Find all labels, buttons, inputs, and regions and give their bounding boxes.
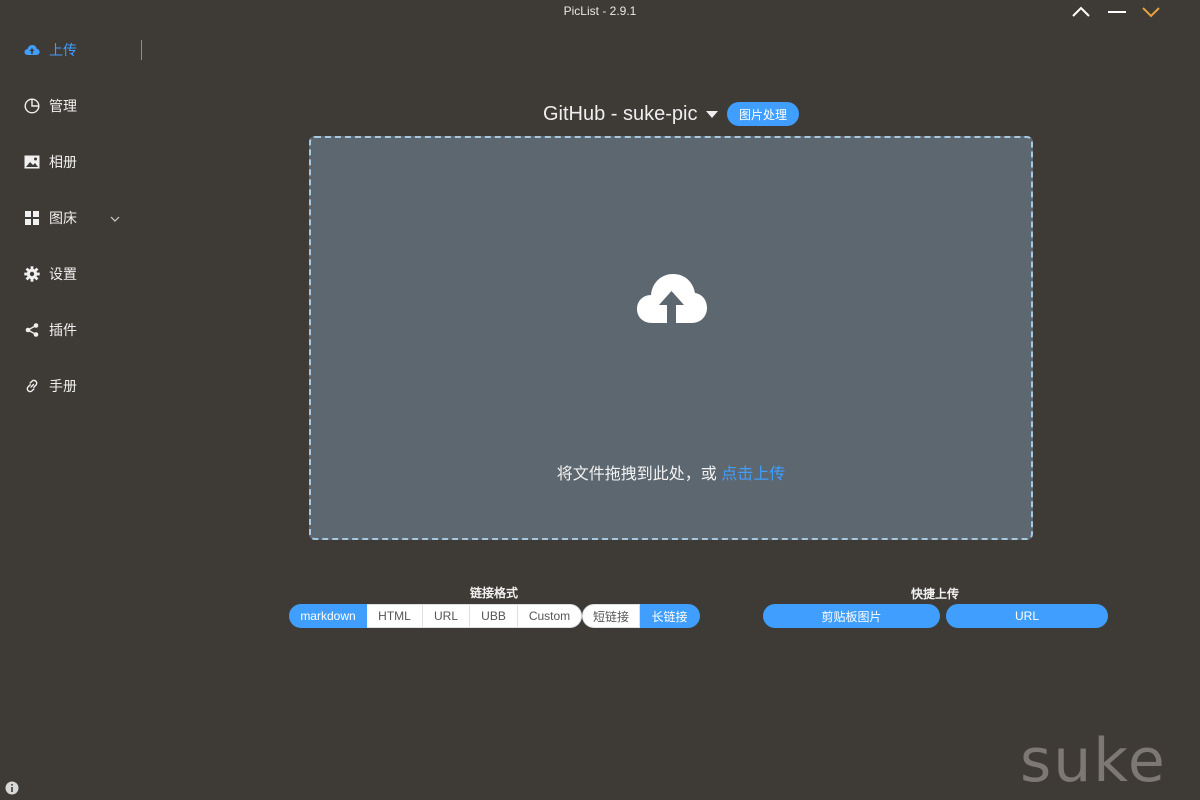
url-upload-button[interactable]: URL (946, 604, 1108, 628)
sidebar-item-plugins[interactable]: 插件 (24, 319, 134, 341)
upload-cloud-icon (636, 271, 708, 332)
sidebar-item-upload[interactable]: 上传 (24, 39, 134, 61)
format-option-custom[interactable]: Custom (518, 604, 582, 628)
chevron-up-icon[interactable] (1070, 2, 1092, 22)
click-upload-link[interactable]: 点击上传 (721, 466, 785, 483)
sidebar-item-settings[interactable]: 设置 (24, 263, 134, 285)
image-icon (24, 154, 40, 170)
pie-chart-icon (24, 98, 40, 114)
quick-upload-label: 快捷上传 (911, 587, 960, 601)
clipboard-image-button[interactable]: 剪贴板图片 (763, 604, 940, 628)
link-type-short[interactable]: 短链接 (582, 604, 640, 628)
sidebar-active-indicator (141, 40, 142, 60)
title-bar: PicList - 2.9.1 (0, 0, 1200, 24)
sidebar-item-label: 手册 (49, 378, 77, 394)
chevron-down-icon (110, 211, 120, 229)
sidebar: 上传 管理 相册 图床 设置 插件 手册 (0, 28, 142, 448)
upload-cloud-icon (24, 42, 40, 58)
link-icon (24, 378, 40, 394)
sidebar-item-label: 上传 (49, 42, 77, 58)
upload-dropzone[interactable]: 将文件拖拽到此处，或 点击上传 (309, 136, 1033, 540)
link-format-label: 链接格式 (470, 586, 519, 600)
gear-icon (24, 266, 40, 282)
grid-icon (24, 210, 40, 226)
minimize-icon[interactable] (1106, 2, 1128, 22)
app-window: PicList - 2.9.1 上传 管理 相册 图床 设置 插件 手册 Git… (0, 0, 1200, 800)
sidebar-item-label: 设置 (49, 266, 77, 282)
format-option-markdown[interactable]: markdown (289, 604, 367, 628)
sidebar-item-manage[interactable]: 管理 (24, 95, 134, 117)
format-option-url[interactable]: URL (423, 604, 470, 628)
watermark: suke (1020, 726, 1167, 796)
sidebar-item-picbed[interactable]: 图床 (24, 207, 134, 229)
sidebar-item-label: 相册 (49, 154, 77, 170)
sidebar-item-label: 图床 (49, 210, 77, 226)
picbed-selector[interactable]: GitHub - suke-pic (543, 101, 718, 127)
link-format-group: markdown HTML URL UBB Custom (289, 604, 582, 628)
window-title: PicList - 2.9.1 (563, 4, 637, 18)
picbed-title[interactable]: GitHub - suke-pic (543, 103, 698, 126)
caret-down-icon[interactable] (705, 106, 718, 124)
sidebar-item-manual[interactable]: 手册 (24, 375, 134, 397)
drop-instruction: 将文件拖拽到此处，或 点击上传 (311, 460, 1031, 484)
sidebar-item-label: 管理 (49, 98, 77, 114)
info-icon[interactable] (5, 781, 19, 800)
link-type-group: 短链接 长链接 (582, 604, 700, 628)
format-option-html[interactable]: HTML (367, 604, 423, 628)
sidebar-item-gallery[interactable]: 相册 (24, 151, 134, 173)
sidebar-item-label: 插件 (49, 322, 77, 338)
link-type-long[interactable]: 长链接 (640, 604, 700, 628)
format-option-ubb[interactable]: UBB (470, 604, 518, 628)
share-icon (24, 322, 40, 338)
drop-text: 将文件拖拽到此处，或 (556, 466, 722, 483)
image-process-button[interactable]: 图片处理 (727, 102, 799, 126)
chevron-down-icon[interactable] (1140, 2, 1162, 22)
